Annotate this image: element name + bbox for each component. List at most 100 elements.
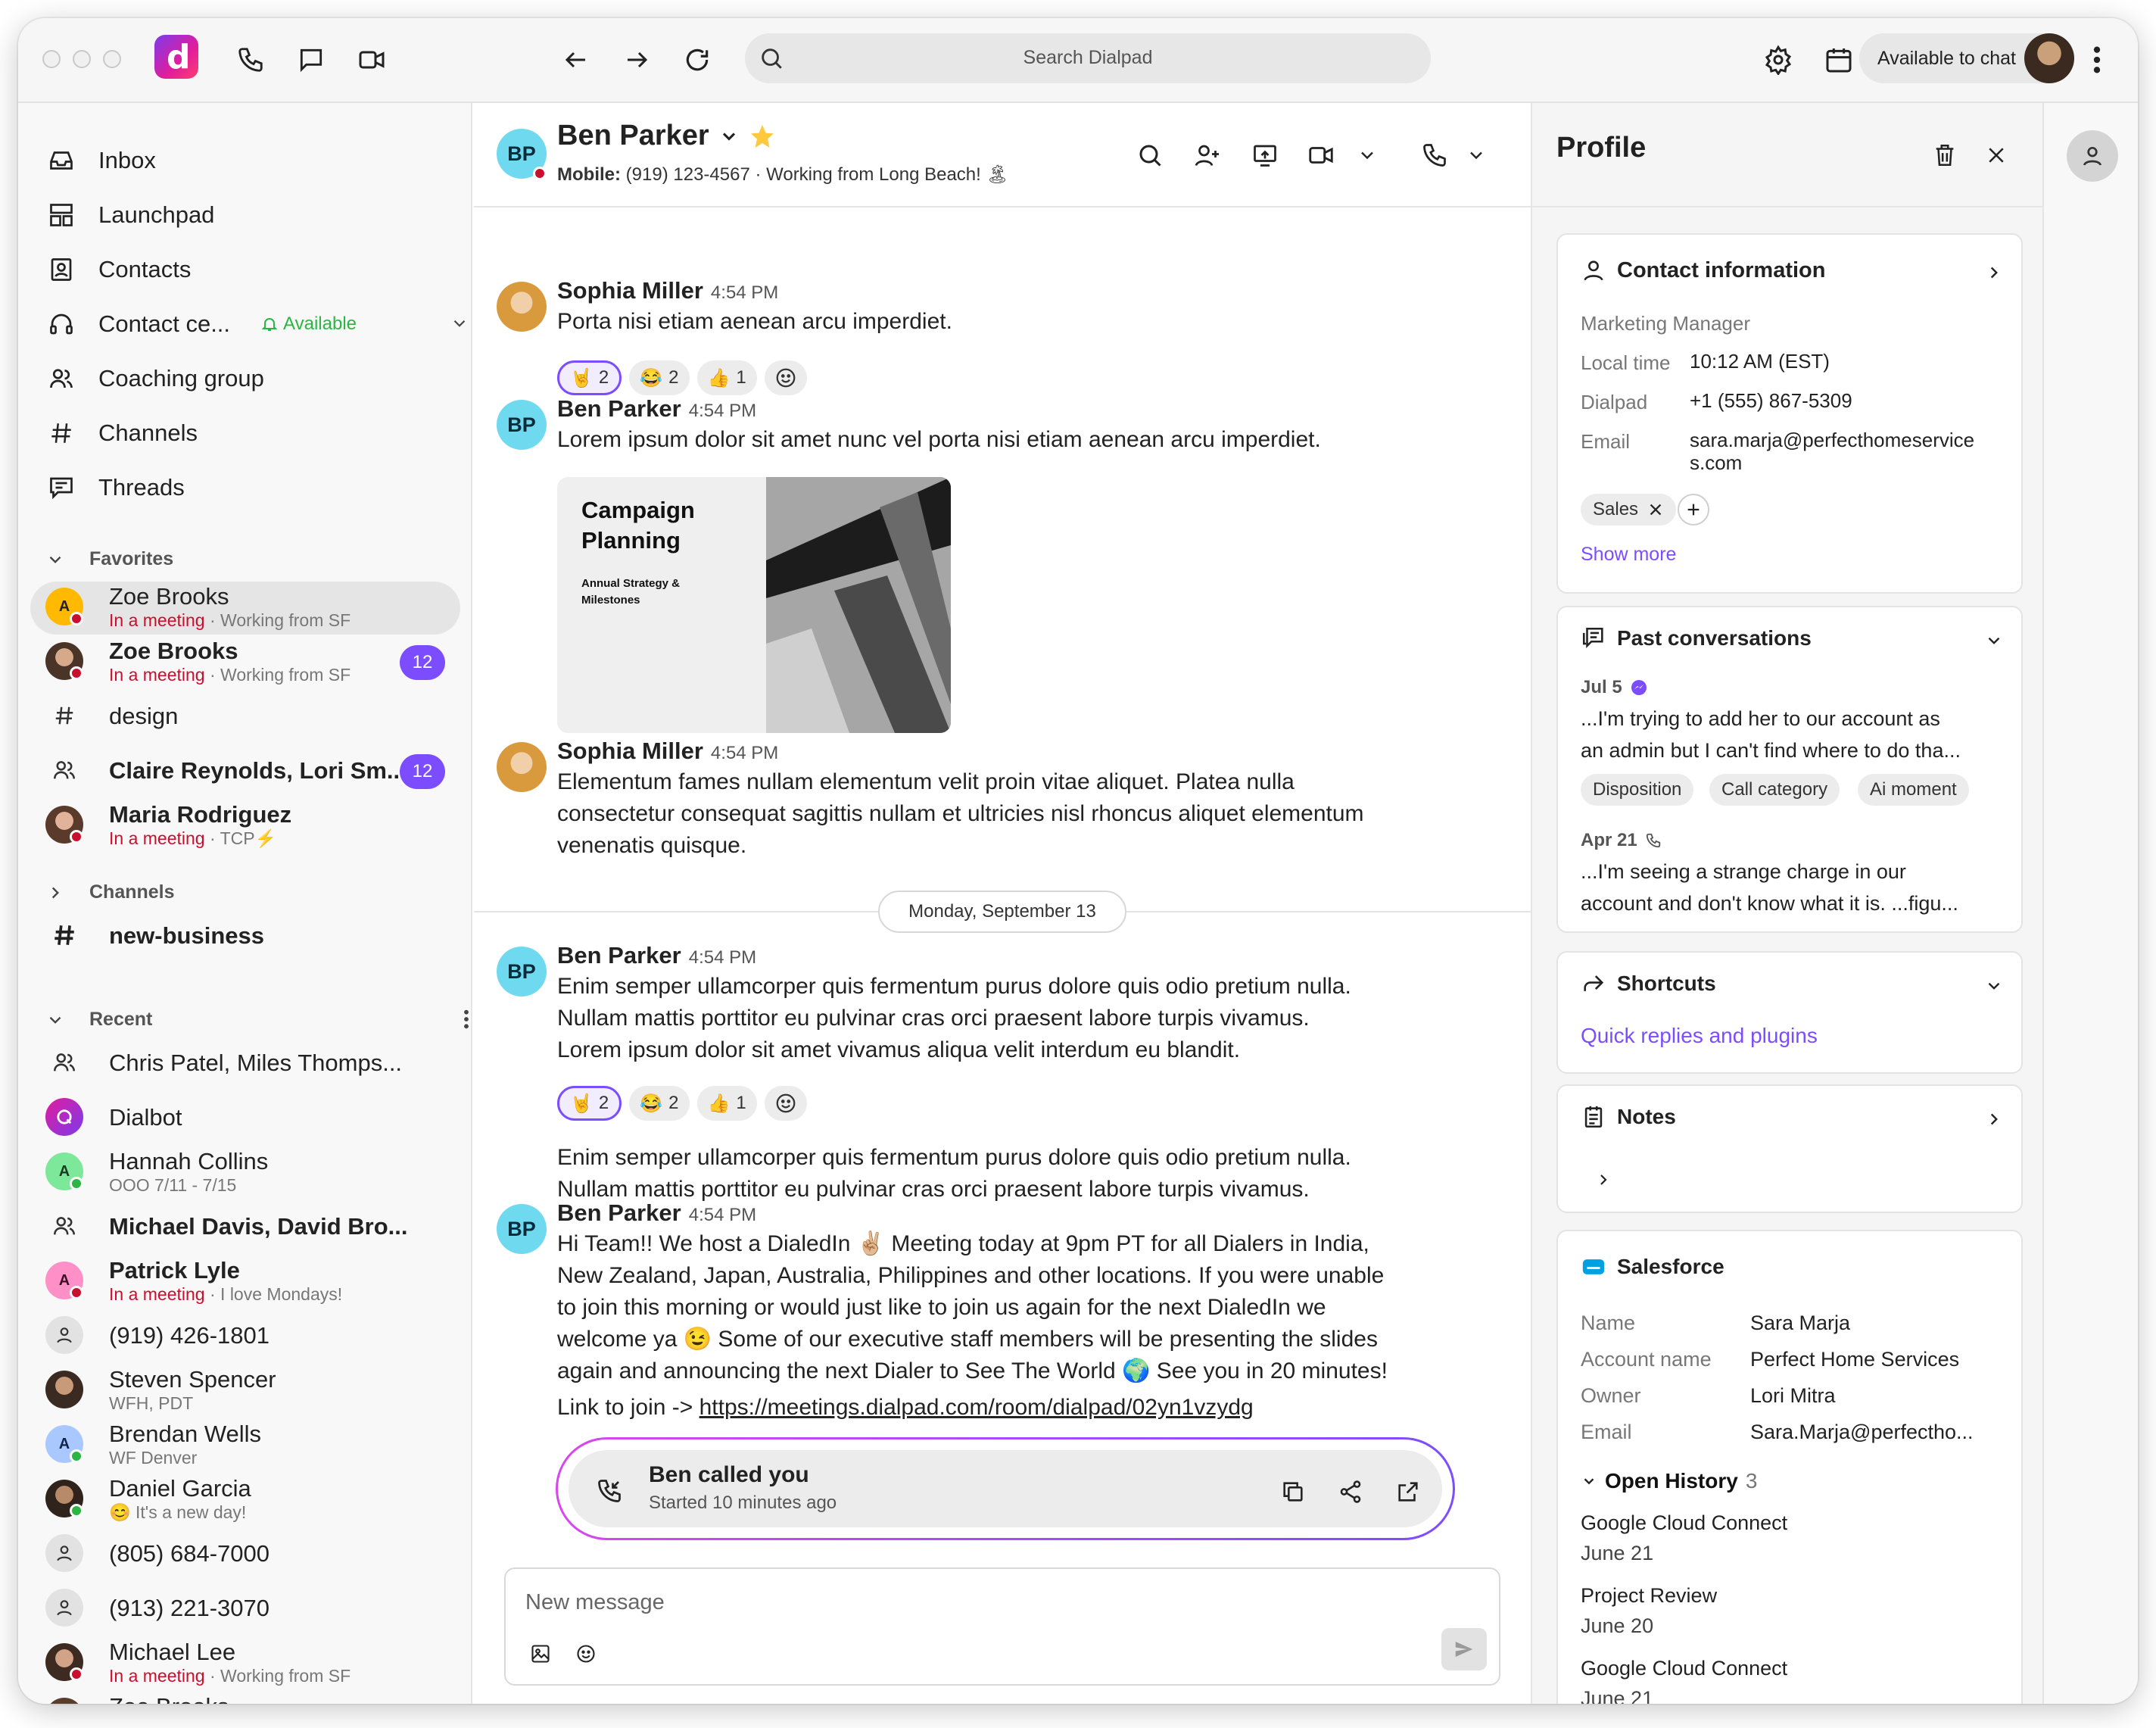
recent-item[interactable]: (913) 221-3070 [30, 1583, 460, 1636]
conversation-snippet[interactable]: account and don't know what it is. ...fi… [1581, 892, 1958, 915]
channel-item[interactable]: new-business [30, 910, 460, 963]
sidebar-item-launchpad[interactable]: Launchpad [45, 194, 214, 236]
sidebar-item-contact-center[interactable]: Contact ce... Available [45, 303, 469, 345]
history-item-title[interactable]: Google Cloud Connect [1581, 1511, 1787, 1535]
chevron-down-icon[interactable] [450, 313, 469, 333]
chevron-right-icon[interactable] [1979, 257, 2009, 288]
favorite-item[interactable]: A Zoe Brooks In a meeting · Working from… [30, 582, 460, 635]
back-arrow-icon[interactable] [557, 41, 595, 79]
window-close-light[interactable] [42, 50, 61, 68]
settings-gear-icon[interactable] [1759, 41, 1797, 79]
meeting-link[interactable]: https://meetings.dialpad.com/room/dialpa… [699, 1395, 1254, 1420]
add-person-icon[interactable] [1189, 136, 1226, 174]
chevron-right-icon[interactable] [1979, 1104, 2009, 1134]
favorite-item[interactable]: Zoe Brooks In a meeting · Working from S… [30, 636, 460, 689]
reaction-pill[interactable]: 🤘 2 [557, 360, 622, 395]
recent-item[interactable]: Chris Patel, Miles Thomps... [30, 1037, 460, 1090]
recent-item[interactable]: Michael Lee In a meeting · Working from … [30, 1637, 460, 1690]
contact-name-dropdown[interactable]: Ben Parker [557, 120, 776, 152]
recent-item[interactable]: Zoe Brooks [30, 1692, 460, 1704]
recent-item[interactable]: A Brendan Wells WF Denver [30, 1419, 460, 1472]
calendar-icon[interactable] [1820, 41, 1858, 79]
sf-email-value[interactable]: Sara.Marja@perfectho... [1750, 1421, 1974, 1444]
card-header[interactable]: Past conversations [1581, 625, 1812, 651]
channels-section-header[interactable]: Channels [45, 881, 175, 903]
card-header[interactable]: Notes [1581, 1104, 1676, 1130]
favorites-section-header[interactable]: Favorites [45, 548, 173, 570]
chevron-down-icon[interactable] [1352, 136, 1382, 174]
phone-icon[interactable] [232, 41, 270, 79]
chevron-down-icon[interactable] [1979, 625, 2009, 656]
email-value[interactable]: sara.marja@perfecthomeservice [1690, 429, 1974, 452]
search-bar[interactable]: Search Dialpad [745, 33, 1431, 83]
copy-icon[interactable] [1274, 1473, 1312, 1511]
availability-status-button[interactable]: Available to chat [1859, 33, 2074, 83]
share-icon[interactable] [1332, 1473, 1369, 1511]
sidebar-item-channels[interactable]: Channels [45, 412, 198, 454]
conversation-snippet[interactable]: an admin but I can't find where to do th… [1581, 739, 1961, 763]
message-composer[interactable]: New message [504, 1567, 1500, 1686]
recent-item[interactable]: Dialbot [30, 1092, 460, 1145]
recent-item[interactable]: Steven Spencer WFH, PDT [30, 1365, 460, 1418]
add-reaction-button[interactable] [764, 360, 807, 395]
video-icon[interactable] [353, 41, 391, 79]
recent-item[interactable]: A Patrick Lyle In a meeting · I love Mon… [30, 1255, 460, 1308]
sidebar-item-threads[interactable]: Threads [45, 466, 185, 509]
favorite-item[interactable]: Maria Rodriguez In a meeting · TCP⚡ [30, 800, 460, 853]
forward-arrow-icon[interactable] [618, 41, 656, 79]
reaction-pill[interactable]: 😂 2 [629, 1086, 690, 1121]
email-value[interactable]: s.com [1690, 451, 1742, 475]
recent-item[interactable]: A Hannah Collins OOO 7/11 - 7/15 [30, 1146, 460, 1199]
reaction-pill[interactable]: 😂 2 [629, 360, 690, 395]
card-header[interactable]: Salesforce [1581, 1254, 1724, 1280]
star-icon[interactable] [749, 123, 776, 150]
sidebar-item-coaching-group[interactable]: Coaching group [45, 357, 264, 400]
reaction-pill[interactable]: 👍 1 [696, 1086, 757, 1121]
chevron-right-icon[interactable] [1588, 1165, 1619, 1195]
conversation-snippet[interactable]: ...I'm seeing a strange charge in our [1581, 860, 1906, 884]
sidebar-item-contacts[interactable]: Contacts [45, 248, 191, 291]
window-zoom-light[interactable] [103, 50, 121, 68]
conversation-snippet[interactable]: ...I'm trying to add her to our account … [1581, 707, 1940, 731]
reaction-pill[interactable]: 👍 1 [696, 360, 757, 395]
window-minimize-light[interactable] [73, 50, 91, 68]
history-item-title[interactable]: Google Cloud Connect [1581, 1657, 1787, 1680]
chevron-down-icon[interactable] [1979, 971, 2009, 1001]
recent-item[interactable]: Daniel Garcia 😊 It's a new day! [30, 1474, 460, 1527]
search-icon[interactable] [1131, 136, 1169, 174]
favorite-item[interactable]: Claire Reynolds, Lori Sm... 12 [30, 745, 460, 798]
card-header[interactable]: Shortcuts [1581, 971, 1716, 997]
show-more-link[interactable]: Show more [1581, 544, 1676, 566]
more-vertical-icon[interactable] [463, 1009, 469, 1030]
quick-replies-link[interactable]: Quick replies and plugins [1581, 1024, 1818, 1048]
message-icon[interactable] [292, 41, 330, 79]
send-button[interactable] [1441, 1628, 1487, 1670]
history-item-title[interactable]: Project Review [1581, 1584, 1717, 1608]
trash-icon[interactable] [1926, 136, 1964, 174]
refresh-icon[interactable] [678, 41, 716, 79]
dialpad-number-value[interactable]: +1 (555) 867-5309 [1690, 389, 1852, 413]
recent-section-header[interactable]: Recent [45, 1009, 469, 1031]
reaction-pill[interactable]: 🤘 2 [557, 1086, 622, 1121]
add-reaction-button[interactable] [764, 1086, 807, 1121]
recent-item[interactable]: (805) 684-7000 [30, 1528, 460, 1581]
favorite-item[interactable]: design [30, 691, 460, 744]
recent-item[interactable]: Michael Davis, David Bro... [30, 1201, 460, 1254]
external-link-icon[interactable] [1389, 1473, 1427, 1511]
video-icon[interactable] [1302, 136, 1340, 174]
more-vertical-icon[interactable] [2082, 41, 2112, 79]
screen-share-icon[interactable] [1246, 136, 1284, 174]
sidebar-item-inbox[interactable]: Inbox [45, 139, 156, 182]
card-header[interactable]: Contact information [1581, 257, 1826, 283]
close-icon[interactable] [1977, 136, 2015, 174]
add-tag-button[interactable] [1678, 494, 1709, 526]
emoji-icon[interactable] [571, 1639, 601, 1669]
attachment-image[interactable]: Campaign Planning Annual Strategy & Mile… [557, 477, 951, 733]
image-icon[interactable] [525, 1639, 556, 1669]
profile-toggle-button[interactable] [2067, 130, 2118, 182]
phone-icon[interactable] [1416, 136, 1453, 174]
open-history-header[interactable]: Open History 3 [1581, 1469, 1757, 1493]
chevron-down-icon[interactable] [1461, 136, 1491, 174]
recent-item[interactable]: (919) 426-1801 [30, 1310, 460, 1363]
dialpad-logo[interactable]: d [154, 35, 198, 79]
